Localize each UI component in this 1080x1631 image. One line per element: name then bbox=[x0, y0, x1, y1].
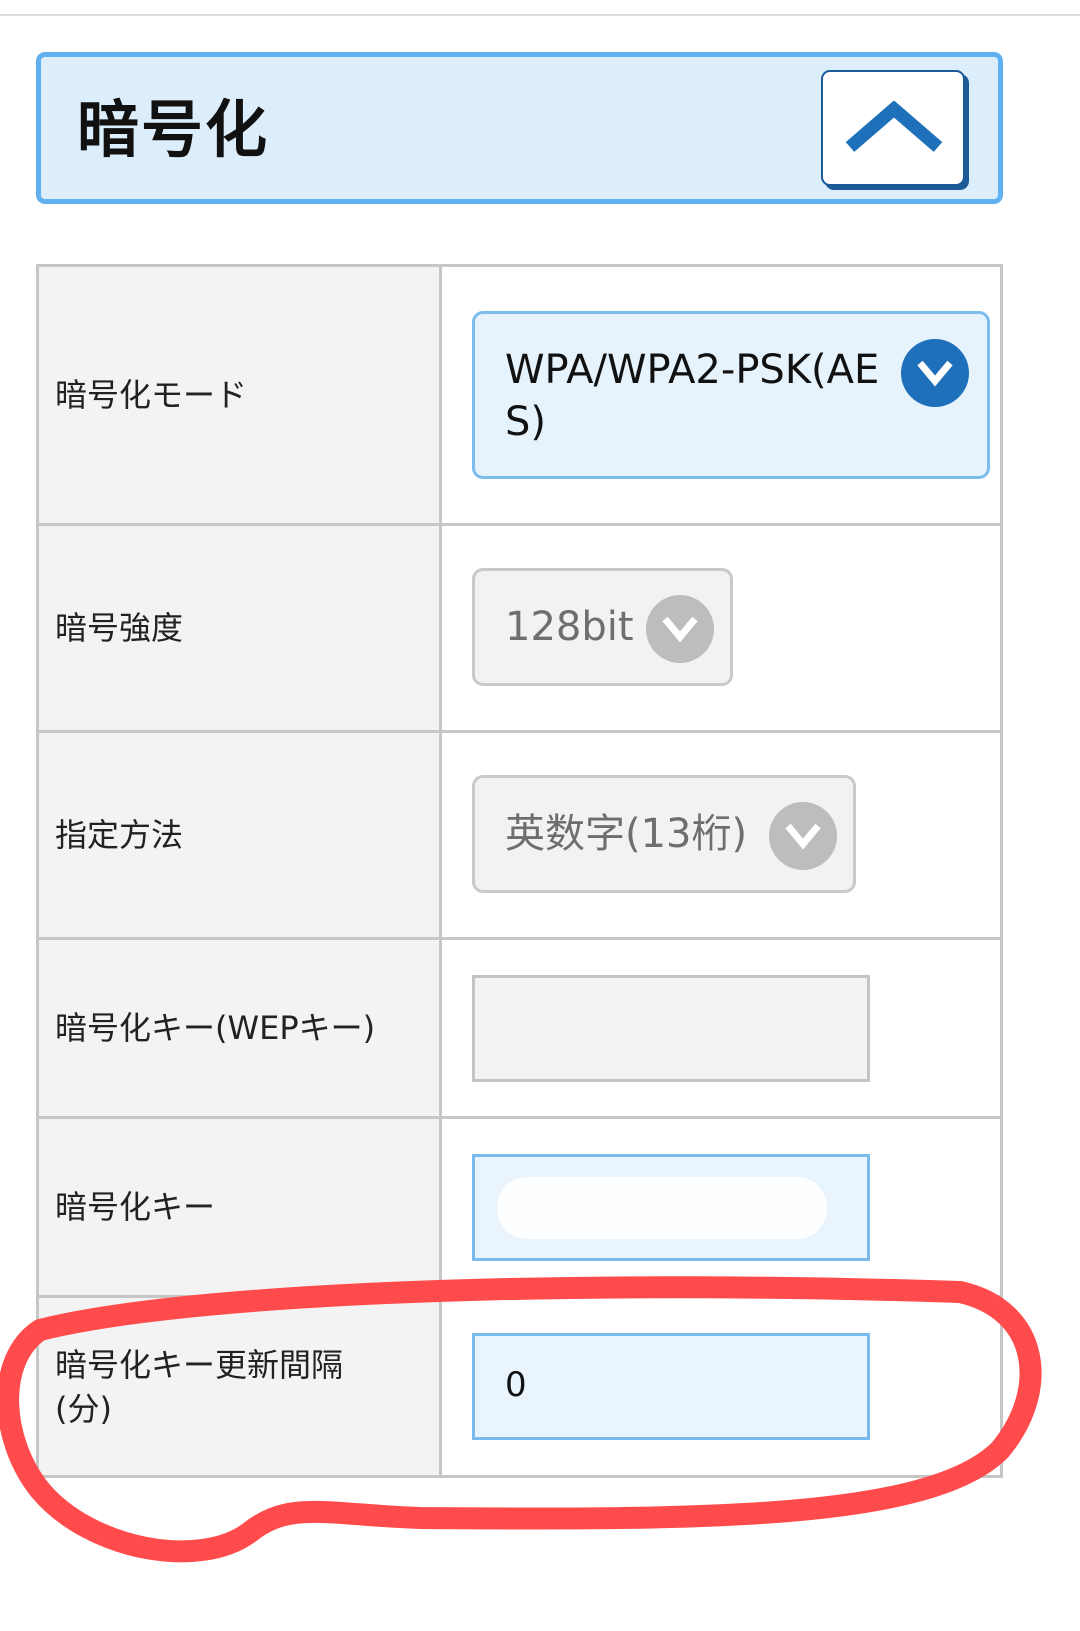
table-row: 暗号化キー(WEPキー) bbox=[36, 937, 1003, 1119]
table-row: 暗号化モード WPA/WPA2-PSK(AE S) bbox=[36, 264, 1003, 526]
encryption-strength-value: 128bit bbox=[505, 604, 634, 650]
red-annotation-circle bbox=[0, 1276, 1042, 1563]
chevron-up-icon bbox=[845, 101, 943, 152]
specification-method-value: 英数字(13桁) bbox=[505, 811, 748, 857]
redacted-value bbox=[497, 1177, 827, 1239]
encryption-strength-select[interactable]: 128bit bbox=[472, 568, 733, 686]
chevron-down-icon bbox=[646, 595, 714, 663]
table-row: 指定方法 英数字(13桁) bbox=[36, 730, 1003, 940]
table-row: 暗号強度 128bit bbox=[36, 523, 1003, 733]
encryption-section-header[interactable]: 暗号化 bbox=[36, 52, 1003, 204]
specification-method-label: 指定方法 bbox=[36, 730, 442, 940]
top-divider bbox=[0, 14, 1080, 16]
encryption-strength-label: 暗号強度 bbox=[36, 523, 442, 733]
chevron-down-icon bbox=[769, 802, 837, 870]
chevron-down-icon bbox=[901, 339, 969, 407]
encryption-mode-select[interactable]: WPA/WPA2-PSK(AE S) bbox=[472, 311, 990, 479]
wep-key-input[interactable] bbox=[472, 975, 870, 1082]
encryption-key-input[interactable] bbox=[472, 1154, 870, 1261]
collapse-button[interactable] bbox=[821, 70, 965, 186]
wep-key-label: 暗号化キー(WEPキー) bbox=[36, 937, 442, 1119]
section-title: 暗号化 bbox=[77, 93, 270, 166]
encryption-mode-value-line2: S) bbox=[505, 399, 546, 445]
encryption-mode-value-line1: WPA/WPA2-PSK(AE bbox=[505, 347, 880, 393]
encryption-mode-label: 暗号化モード bbox=[36, 264, 442, 526]
specification-method-select[interactable]: 英数字(13桁) bbox=[472, 775, 856, 893]
